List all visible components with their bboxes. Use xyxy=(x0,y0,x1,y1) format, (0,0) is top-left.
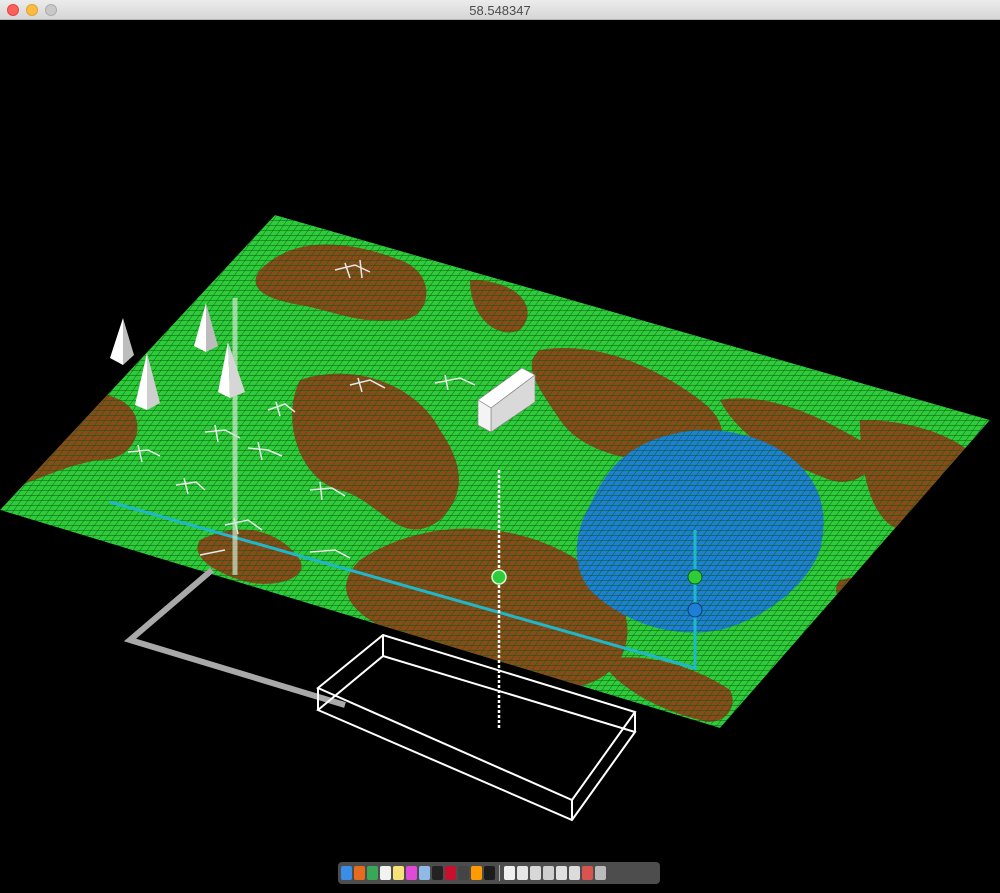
quicktime-icon[interactable] xyxy=(484,866,495,880)
window-icon[interactable] xyxy=(569,866,580,880)
window-icon[interactable] xyxy=(530,866,541,880)
text-icon[interactable] xyxy=(517,866,528,880)
itunes-icon[interactable] xyxy=(406,866,417,880)
terrain-scene xyxy=(0,215,990,822)
document-icon[interactable] xyxy=(504,866,515,880)
trash-icon[interactable] xyxy=(595,866,606,880)
green-sphere-marker xyxy=(687,569,703,585)
3d-viewport[interactable] xyxy=(0,20,1000,888)
window-title: 58.548347 xyxy=(469,3,531,18)
pdf-icon[interactable] xyxy=(582,866,593,880)
preview-icon[interactable] xyxy=(419,866,430,880)
terminal-icon[interactable] xyxy=(432,866,443,880)
window-titlebar: 58.548347 xyxy=(0,0,1000,20)
inkscape-icon[interactable] xyxy=(458,866,469,880)
chrome-icon[interactable] xyxy=(367,866,378,880)
acrobat-icon[interactable] xyxy=(445,866,456,880)
spike xyxy=(110,318,134,365)
calendar-icon[interactable] xyxy=(380,866,391,880)
screenshot-icon[interactable] xyxy=(543,866,554,880)
firefox-icon[interactable] xyxy=(354,866,365,880)
finder-icon[interactable] xyxy=(341,866,352,880)
dock-separator xyxy=(499,865,500,881)
green-sphere-marker xyxy=(491,569,507,585)
window-icon[interactable] xyxy=(556,866,567,880)
dirt-patch xyxy=(836,576,920,624)
blue-sphere-marker xyxy=(687,602,703,618)
notes-icon[interactable] xyxy=(393,866,404,880)
dock xyxy=(338,862,660,884)
illustrator-icon[interactable] xyxy=(471,866,482,880)
